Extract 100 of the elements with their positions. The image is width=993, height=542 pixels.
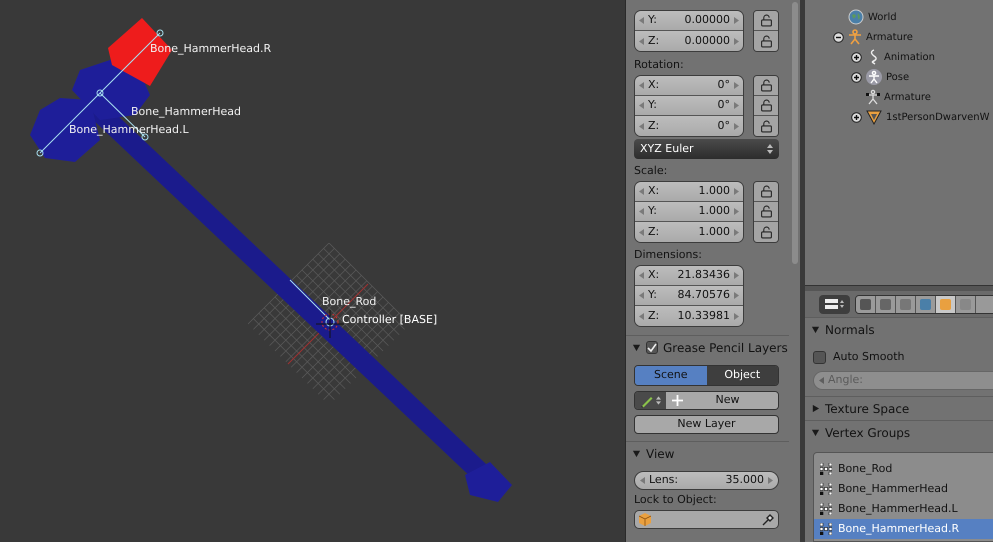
panel-title[interactable]: View [646, 444, 674, 462]
number-field[interactable]: Z: 1.000 [635, 222, 743, 242]
stepper-icon [767, 144, 773, 154]
lock-toggle[interactable] [754, 11, 778, 31]
decrement-arrow-icon[interactable] [639, 272, 644, 279]
increment-arrow-icon[interactable] [734, 312, 739, 320]
editor-type-selector[interactable] [819, 294, 850, 314]
unlocked-lock-icon [760, 120, 772, 132]
unlocked-lock-icon [760, 185, 772, 198]
disclosure-triangle-icon[interactable] [811, 325, 820, 334]
outliner-item[interactable]: 1stPersonDwarvenW [886, 110, 990, 124]
outliner-item[interactable]: Animation [884, 50, 935, 64]
axis-label: X: [648, 77, 660, 94]
increment-arrow-icon[interactable] [734, 82, 739, 89]
axis-label: Y: [648, 287, 657, 304]
tab[interactable]: Scene [635, 366, 706, 385]
panel-title[interactable]: Normals [825, 320, 875, 338]
number-field[interactable]: Z: 0.00000 [635, 31, 743, 51]
increment-arrow-icon[interactable] [734, 228, 739, 236]
increment-arrow-icon[interactable] [734, 38, 739, 44]
bone-label: Bone_HammerHead [131, 104, 242, 120]
decrement-arrow-icon[interactable] [639, 312, 644, 320]
decrement-arrow-icon[interactable] [639, 122, 644, 130]
eyedropper-icon[interactable] [762, 514, 774, 526]
vertex-group-item[interactable]: Bone_HammerHead.L [814, 499, 993, 519]
section-label: Rotation: [634, 56, 685, 73]
disclosure-triangle-icon[interactable] [632, 343, 641, 352]
increment-arrow-icon[interactable] [734, 208, 739, 215]
expand-icon[interactable] [851, 112, 862, 122]
lock-toggle[interactable] [754, 96, 778, 116]
checkbox-label: Auto Smooth [833, 348, 904, 365]
increment-arrow-icon[interactable] [734, 292, 739, 299]
outliner-item[interactable]: Armature [866, 30, 913, 44]
panel-title[interactable]: Grease Pencil Layers [663, 338, 788, 356]
increment-arrow-icon[interactable] [734, 17, 739, 24]
decrement-arrow-icon[interactable] [639, 102, 644, 109]
panel-title[interactable]: Vertex Groups [825, 424, 910, 442]
decrement-arrow-icon[interactable] [640, 477, 645, 484]
number-field[interactable]: Y: 1.000 [635, 202, 743, 222]
section-label: Dimensions: [634, 246, 703, 263]
checkbox[interactable] [646, 341, 658, 354]
lock-toggle[interactable] [754, 222, 778, 242]
outliner-item[interactable]: Armature [884, 90, 931, 104]
decrement-arrow-icon[interactable] [639, 82, 644, 89]
collapse-icon[interactable] [833, 32, 844, 42]
lens-field[interactable]: Lens: 35.000 [634, 471, 779, 490]
vertex-group-item[interactable]: Bone_HammerHead [814, 479, 993, 499]
properties-editor-icon [824, 298, 846, 310]
number-field[interactable]: Z: 0° [635, 116, 743, 136]
number-field[interactable]: Z: 10.33981 [635, 306, 743, 326]
unlocked-lock-icon [760, 34, 772, 48]
decrement-arrow-icon[interactable] [639, 17, 644, 24]
number-field[interactable]: X: 1.000 [635, 182, 743, 202]
axis-label: Z: [648, 32, 660, 49]
outliner-item[interactable]: Pose [886, 70, 910, 84]
disclosure-triangle-icon[interactable] [811, 428, 820, 437]
axis-label: Z: [648, 308, 660, 324]
outliner-item[interactable]: World [868, 10, 897, 24]
number-field[interactable]: Y: 0.00000 [635, 11, 743, 31]
field-value: 0° [718, 77, 730, 94]
lock-toggle[interactable] [754, 202, 778, 222]
expand-icon[interactable] [851, 52, 862, 62]
lock-toggle[interactable] [754, 116, 778, 136]
scrollbar[interactable] [792, 2, 798, 264]
field-value: 84.70576 [678, 287, 730, 304]
increment-arrow-icon[interactable] [768, 477, 773, 484]
unlocked-lock-icon [760, 99, 772, 112]
number-field[interactable]: Y: 0° [635, 96, 743, 116]
number-field[interactable]: X: 21.83436 [635, 266, 743, 286]
unlocked-lock-icon [760, 14, 772, 27]
lock-toggle[interactable] [754, 76, 778, 96]
vertex-group-icon [820, 523, 832, 535]
number-field[interactable]: Y: 84.70576 [635, 286, 743, 306]
new-layer-button[interactable]: New Layer [634, 415, 779, 434]
tab[interactable]: Object [706, 366, 778, 385]
decrement-arrow-icon[interactable] [639, 292, 644, 299]
panel-title[interactable]: Texture Space [825, 400, 910, 418]
increment-arrow-icon[interactable] [734, 122, 739, 130]
properties-tabs-drawing[interactable] [855, 294, 993, 314]
vertex-group-item[interactable]: Bone_Rod [814, 459, 993, 479]
decrement-arrow-icon[interactable] [639, 208, 644, 215]
lock-toggle[interactable] [754, 31, 778, 51]
field-value: 10.33981 [678, 308, 730, 324]
rotation-mode-dropdown[interactable]: XYZ Euler [634, 139, 779, 159]
increment-arrow-icon[interactable] [734, 102, 739, 109]
decrement-arrow-icon[interactable] [639, 188, 644, 195]
triangle-icon [866, 109, 882, 125]
disclosure-triangle-icon[interactable] [811, 404, 820, 413]
expand-icon[interactable] [851, 72, 862, 82]
vertex-group-item[interactable]: Bone_HammerHead.R [814, 519, 993, 539]
decrement-arrow-icon[interactable] [639, 38, 644, 44]
number-field[interactable]: X: 0° [635, 76, 743, 96]
increment-arrow-icon[interactable] [734, 272, 739, 279]
checkbox[interactable] [813, 350, 826, 364]
object-field[interactable] [634, 510, 779, 529]
increment-arrow-icon[interactable] [734, 188, 739, 195]
disclosure-triangle-icon[interactable] [632, 449, 641, 458]
decrement-arrow-icon[interactable] [639, 228, 644, 236]
lock-toggle[interactable] [754, 182, 778, 202]
vertex-group-icon [820, 483, 832, 495]
